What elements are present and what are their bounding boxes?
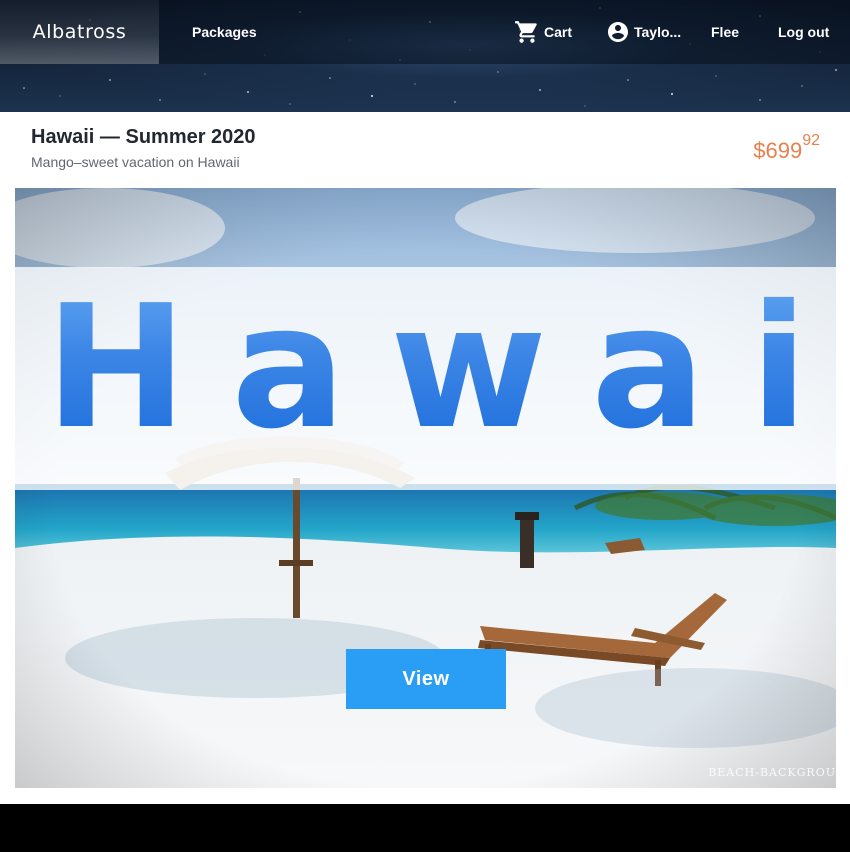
nav-user-label: Taylo... bbox=[634, 24, 682, 40]
package-header: Hawaii — Summer 2020 Mango–sweet vacatio… bbox=[0, 112, 850, 188]
package-title: Hawaii — Summer 2020 bbox=[31, 126, 256, 148]
nav-logout-link[interactable]: Log out bbox=[778, 0, 829, 64]
package-price: $ 699 92 bbox=[753, 132, 820, 164]
nav-cart-link[interactable]: Cart bbox=[514, 0, 572, 64]
package-subtitle: Mango–sweet vacation on Hawaii bbox=[31, 154, 240, 170]
nav-logout-label: Log out bbox=[778, 24, 830, 40]
shopping-cart-icon bbox=[514, 19, 540, 45]
nav-flee-label: Flee bbox=[711, 24, 740, 40]
view-package-button[interactable]: View bbox=[346, 649, 506, 709]
account-circle-icon bbox=[606, 20, 630, 44]
price-currency: $ bbox=[753, 138, 766, 163]
nav-cart-label: Cart bbox=[544, 24, 573, 40]
image-watermark: BEACH-BACKGROU bbox=[708, 766, 836, 779]
brand-name: Albatross bbox=[32, 21, 127, 43]
package-image-card: Hawaii View BEACH-BACKGROU bbox=[15, 188, 836, 788]
nav-user-link[interactable]: Taylo... bbox=[606, 0, 681, 64]
brand-logo[interactable]: Albatross bbox=[0, 0, 159, 64]
price-dollars: 699 bbox=[765, 138, 803, 163]
top-navbar: Albatross Packages Cart Taylo... Flee Lo… bbox=[0, 0, 850, 64]
nav-packages-label: Packages bbox=[192, 24, 257, 40]
package-card-wrapper: Hawaii View BEACH-BACKGROU bbox=[0, 188, 850, 804]
page-footer bbox=[0, 804, 850, 852]
nav-flee-link[interactable]: Flee bbox=[711, 0, 739, 64]
nav-packages-link[interactable]: Packages bbox=[192, 0, 257, 64]
price-cents: 92 bbox=[802, 132, 820, 149]
hero-destination-text: Hawaii bbox=[15, 283, 836, 453]
